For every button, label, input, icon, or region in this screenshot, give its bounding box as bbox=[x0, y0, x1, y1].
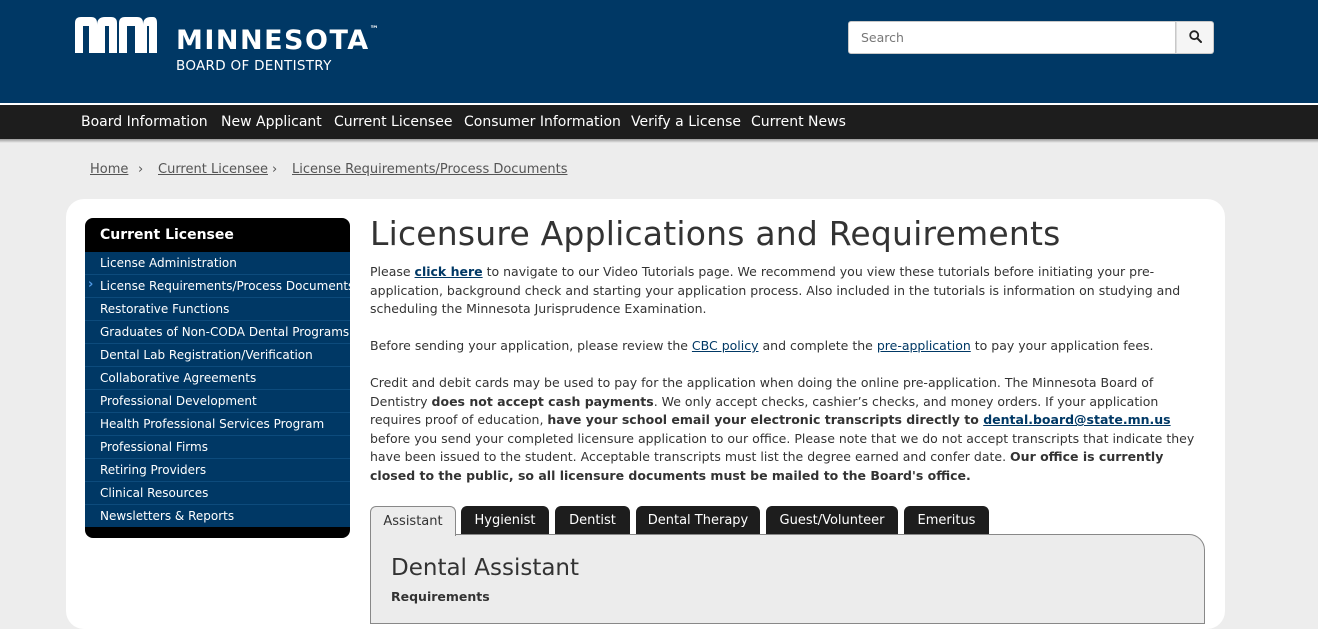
sidebar-item-label: Professional Development bbox=[100, 394, 257, 408]
tab-hygienist[interactable]: Hygienist bbox=[461, 506, 549, 535]
bold-text: does not accept cash payments bbox=[431, 393, 654, 409]
trademark-symbol: ™ bbox=[369, 25, 379, 35]
chevron-right-icon: › bbox=[88, 277, 94, 292]
sidebar-item-professional-development[interactable]: Professional Development bbox=[85, 390, 350, 413]
sidebar-item-label: Professional Firms bbox=[100, 440, 208, 454]
breadcrumb-separator: › bbox=[138, 162, 144, 177]
search-input[interactable] bbox=[848, 21, 1176, 54]
panel-subheading: Requirements bbox=[391, 589, 490, 604]
site-header: MINNESOTA™ BOARD OF DENTISTRY bbox=[0, 0, 1318, 103]
payment-paragraph: Credit and debit cards may be used to pa… bbox=[370, 374, 1200, 486]
sidebar-item-label: License Administration bbox=[100, 256, 237, 270]
sidebar-item-label: Collaborative Agreements bbox=[100, 371, 257, 385]
sidebar-item-label: Newsletters & Reports bbox=[100, 509, 235, 523]
nav-new-applicant[interactable]: New Applicant bbox=[221, 105, 322, 139]
sidebar-item-label: Clinical Resources bbox=[100, 486, 209, 500]
sidebar-item-clinical-resources[interactable]: Clinical Resources bbox=[85, 482, 350, 505]
sidebar-item-restorative-functions[interactable]: Restorative Functions bbox=[85, 298, 350, 321]
video-tutorials-link[interactable]: click here bbox=[415, 264, 483, 279]
text: and complete the bbox=[758, 338, 877, 353]
sidebar-list: License Administration › License Requirem… bbox=[85, 252, 354, 528]
sidebar-item-label: Retiring Providers bbox=[100, 463, 207, 477]
breadcrumb-home[interactable]: Home bbox=[90, 162, 128, 177]
sidebar-item-collaborative-agreements[interactable]: Collaborative Agreements bbox=[85, 367, 350, 390]
nav-board-information[interactable]: Board Information bbox=[81, 105, 208, 139]
text: Please bbox=[370, 264, 415, 279]
breadcrumb-license-requirements[interactable]: License Requirements/Process Documents bbox=[292, 162, 567, 177]
sidebar: Current Licensee License Administration … bbox=[85, 218, 354, 538]
sidebar-item-non-coda-graduates[interactable]: Graduates of Non-CODA Dental Programs bbox=[85, 321, 350, 344]
nav-current-news[interactable]: Current News bbox=[751, 105, 846, 139]
sidebar-title: Current Licensee bbox=[100, 227, 234, 243]
text: to navigate to our Video Tutorials page.… bbox=[370, 264, 1181, 317]
mn-logo-icon bbox=[75, 17, 157, 53]
tab-dental-therapy[interactable]: Dental Therapy bbox=[636, 506, 760, 535]
cbc-paragraph: Before sending your application, please … bbox=[370, 337, 1200, 356]
main-nav: Board Information New Applicant Current … bbox=[0, 105, 1318, 139]
text: Before sending your application, please … bbox=[370, 338, 692, 353]
sidebar-item-label: Restorative Functions bbox=[100, 302, 230, 316]
email-link[interactable]: dental.board@state.mn.us bbox=[983, 412, 1170, 427]
page-title: Licensure Applications and Requirements bbox=[370, 214, 1061, 253]
sidebar-item-label: Graduates of Non-CODA Dental Programs bbox=[100, 325, 350, 339]
sidebar-item-retiring-providers[interactable]: Retiring Providers bbox=[85, 459, 350, 482]
breadcrumb-separator: › bbox=[272, 162, 278, 177]
bold-text: have your school email your electronic t… bbox=[547, 412, 984, 428]
nav-current-licensee[interactable]: Current Licensee bbox=[334, 105, 452, 139]
pre-application-link[interactable]: pre-application bbox=[877, 338, 971, 353]
text: to pay your application fees. bbox=[970, 338, 1154, 353]
sidebar-item-hpsp[interactable]: Health Professional Services Program bbox=[85, 413, 350, 436]
search-icon bbox=[1188, 29, 1202, 43]
sidebar-item-dental-lab[interactable]: Dental Lab Registration/Verification bbox=[85, 344, 350, 367]
nav-shadow bbox=[0, 139, 1318, 143]
sidebar-item-license-requirements[interactable]: › License Requirements/Process Documents bbox=[85, 275, 354, 298]
tab-dentist[interactable]: Dentist bbox=[555, 506, 630, 535]
tab-guest-volunteer[interactable]: Guest/Volunteer bbox=[766, 506, 898, 535]
tab-emeritus[interactable]: Emeritus bbox=[904, 506, 989, 535]
sidebar-item-label: License Requirements/Process Documents bbox=[100, 279, 355, 293]
tab-panel-assistant: Dental Assistant Requirements bbox=[370, 534, 1205, 624]
tab-assistant[interactable]: Assistant bbox=[370, 506, 456, 536]
logo-subtitle: BOARD OF DENTISTRY bbox=[176, 58, 332, 74]
breadcrumb-current-licensee[interactable]: Current Licensee bbox=[158, 162, 268, 177]
search-bar bbox=[848, 21, 1214, 54]
sidebar-item-license-administration[interactable]: License Administration bbox=[85, 252, 350, 275]
tutorial-paragraph: Please click here to navigate to our Vid… bbox=[370, 263, 1200, 319]
logo-wordmark: MINNESOTA™ bbox=[176, 25, 379, 56]
sidebar-item-label: Health Professional Services Program bbox=[100, 417, 325, 431]
sidebar-item-newsletters[interactable]: Newsletters & Reports bbox=[85, 505, 350, 528]
sidebar-item-label: Dental Lab Registration/Verification bbox=[100, 348, 313, 362]
nav-verify-license[interactable]: Verify a License bbox=[631, 105, 741, 139]
sidebar-item-professional-firms[interactable]: Professional Firms bbox=[85, 436, 350, 459]
cbc-policy-link[interactable]: CBC policy bbox=[692, 338, 759, 353]
nav-consumer-information[interactable]: Consumer Information bbox=[464, 105, 621, 139]
panel-title: Dental Assistant bbox=[391, 555, 580, 581]
search-button[interactable] bbox=[1176, 21, 1214, 54]
